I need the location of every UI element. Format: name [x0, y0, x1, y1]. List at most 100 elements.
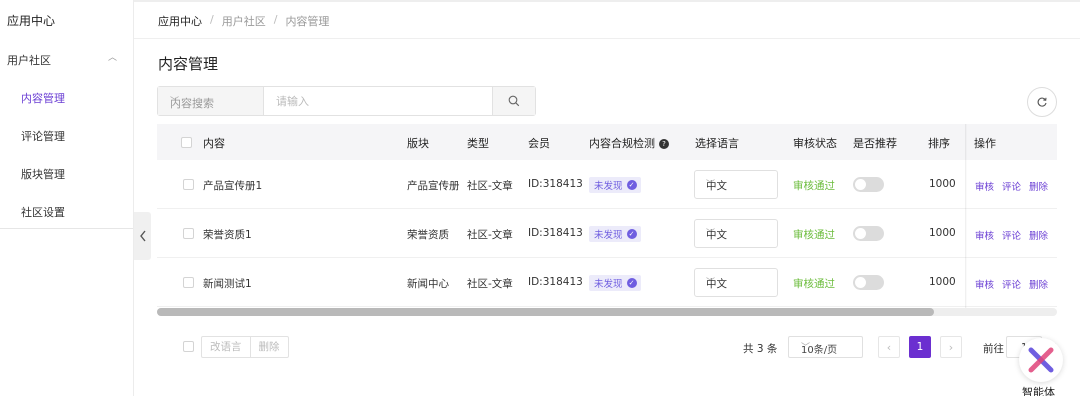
compliance-badge: 未发现 ✓: [589, 275, 641, 291]
refresh-button[interactable]: [1027, 87, 1057, 117]
bulk-select-checkbox[interactable]: [183, 341, 194, 352]
breadcrumb-separator: /: [210, 13, 214, 26]
sidebar-divider: [0, 228, 133, 229]
goto-label: 前往: [983, 343, 1004, 355]
row-checkbox[interactable]: [183, 228, 194, 239]
page-size-select[interactable]: 10条/页 ﹀: [788, 336, 863, 358]
scrollbar-thumb[interactable]: [157, 308, 934, 316]
sidebar-item-comment-management[interactable]: 评论管理: [0, 116, 133, 154]
sidebar-item-label: 内容管理: [21, 92, 65, 105]
review-action[interactable]: 审核: [975, 228, 994, 242]
agent-label: 智能体: [1022, 386, 1055, 396]
column-header-member: 会员: [528, 137, 550, 150]
compliance-badge: 未发现 ✓: [589, 177, 641, 193]
chevron-down-icon: ﹀: [706, 180, 716, 190]
chevron-down-icon: ﹀: [170, 97, 180, 107]
pagination-total: 共 3 条: [743, 343, 778, 355]
cell-sort: 1000: [929, 276, 956, 288]
content-table: 内容 版块 类型 会员 内容合规检测? 选择语言 审核状态 是否推荐 排序 操作…: [157, 124, 1057, 312]
search-input[interactable]: [264, 87, 492, 115]
cell-section: 新闻中心: [407, 278, 449, 290]
sidebar-item-label: 社区设置: [21, 206, 65, 219]
sidebar-group-label: 用户社区: [7, 54, 51, 67]
refresh-icon: [1037, 97, 1047, 107]
delete-action[interactable]: 删除: [1029, 179, 1048, 193]
recommend-toggle[interactable]: [853, 177, 884, 192]
cell-type: 社区-文章: [467, 278, 513, 290]
next-page-button[interactable]: ›: [940, 336, 962, 358]
cell-content[interactable]: 产品宣传册1: [203, 178, 262, 193]
table-header: 内容 版块 类型 会员 内容合规检测? 选择语言 审核状态 是否推荐 排序 操作: [157, 124, 1057, 160]
help-icon[interactable]: ?: [659, 139, 669, 149]
search-type-select[interactable]: 内容搜索 ﹀: [158, 87, 264, 115]
bulk-delete-button[interactable]: 删除: [249, 337, 288, 357]
table-horizontal-scrollbar[interactable]: [157, 308, 1057, 316]
prev-page-button[interactable]: ‹: [878, 336, 900, 358]
row-checkbox[interactable]: [183, 179, 194, 190]
row-actions: 审核 评论 删除: [975, 277, 1048, 291]
column-header-sort[interactable]: 排序: [928, 135, 950, 151]
column-header-compliance: 内容合规检测?: [589, 135, 669, 151]
comment-action[interactable]: 评论: [1002, 277, 1021, 291]
sidebar-item-label: 评论管理: [21, 130, 65, 143]
comment-action[interactable]: 评论: [1002, 228, 1021, 242]
compliance-text: 未发现: [594, 230, 623, 241]
select-all-checkbox[interactable]: [181, 137, 192, 148]
page-number-current[interactable]: 1: [909, 336, 931, 358]
recommend-toggle[interactable]: [853, 226, 884, 241]
search-bar: 内容搜索 ﹀: [157, 86, 536, 116]
search-icon: [508, 95, 520, 107]
cell-content[interactable]: 新闻测试1: [203, 276, 252, 291]
cell-section: 产品宣传册: [407, 180, 460, 192]
compliance-badge: 未发现 ✓: [589, 226, 641, 242]
chevron-left-icon: ‹: [886, 340, 892, 354]
chevron-down-icon: ﹀: [706, 278, 716, 288]
cell-sort: 1000: [929, 227, 956, 239]
cell-type: 社区-文章: [467, 180, 513, 192]
agent-icon: [1028, 347, 1054, 373]
chevron-left-icon: [139, 230, 146, 242]
bulk-actions: 改语言 删除: [201, 336, 289, 358]
check-circle-icon: ✓: [626, 278, 637, 288]
sidebar: 应用中心 用户社区 ︿ 内容管理 评论管理 版块管理 社区设置: [0, 0, 134, 396]
sidebar-item-label: 版块管理: [21, 168, 65, 181]
language-select[interactable]: 中文 ﹀: [694, 219, 778, 248]
bulk-change-language-button[interactable]: 改语言: [202, 337, 250, 357]
cell-content[interactable]: 荣誉资质1: [203, 227, 252, 242]
header-divider: [134, 38, 1080, 39]
language-select[interactable]: 中文 ﹀: [694, 170, 778, 199]
search-button[interactable]: [492, 87, 535, 115]
breadcrumb-item-app-center[interactable]: 应用中心: [158, 13, 202, 29]
agent-button[interactable]: [1019, 338, 1063, 382]
top-border: [134, 0, 1080, 2]
page-title: 内容管理: [158, 55, 219, 73]
sidebar-group-user-community[interactable]: 用户社区 ︿: [0, 40, 133, 76]
table-row: 产品宣传册1 产品宣传册 社区-文章 ID:318413 未发现 ✓ 中文 ﹀ 审核…: [157, 160, 1057, 209]
table-row: 新闻测试1 新闻中心 社区-文章 ID:318413 未发现 ✓ 中文 ﹀ 审核通过…: [157, 258, 1057, 307]
row-actions: 审核 评论 删除: [975, 228, 1048, 242]
cell-sort: 1000: [929, 178, 956, 190]
delete-action[interactable]: 删除: [1029, 277, 1048, 291]
column-header-recommend: 是否推荐: [853, 137, 897, 150]
sidebar-item-content-management[interactable]: 内容管理: [0, 78, 133, 116]
review-action[interactable]: 审核: [975, 277, 994, 291]
review-action[interactable]: 审核: [975, 179, 994, 193]
chevron-right-icon: ›: [948, 340, 954, 354]
language-select[interactable]: 中文 ﹀: [694, 268, 778, 297]
column-header-type: 类型: [467, 137, 489, 150]
breadcrumb-item-user-community[interactable]: 用户社区: [222, 13, 266, 29]
comment-action[interactable]: 评论: [1002, 179, 1021, 193]
column-header-content: 内容: [203, 137, 225, 150]
row-checkbox[interactable]: [183, 277, 194, 288]
sidebar-collapse-button[interactable]: [134, 212, 151, 260]
row-actions: 审核 评论 删除: [975, 179, 1048, 193]
recommend-toggle[interactable]: [853, 275, 884, 290]
sidebar-item-community-settings[interactable]: 社区设置: [0, 192, 133, 230]
column-header-section: 版块: [407, 137, 429, 150]
compliance-text: 未发现: [594, 279, 623, 290]
delete-action[interactable]: 删除: [1029, 228, 1048, 242]
column-header-review-status: 审核状态: [793, 137, 837, 150]
cell-section: 荣誉资质: [407, 229, 449, 241]
breadcrumb-separator: /: [273, 13, 278, 26]
sidebar-item-section-management[interactable]: 版块管理: [0, 154, 133, 192]
